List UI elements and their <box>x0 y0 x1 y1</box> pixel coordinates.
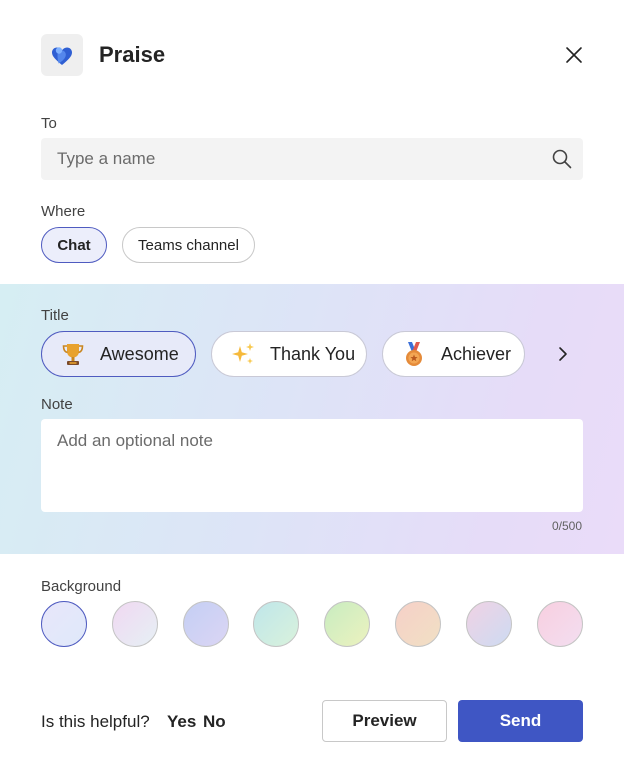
title-option-awesome[interactable]: Awesome <box>41 331 196 377</box>
background-swatch[interactable] <box>465 601 512 647</box>
sparkles-icon <box>228 339 258 369</box>
background-swatch[interactable] <box>41 601 87 647</box>
note-label: Note <box>41 396 73 413</box>
close-icon[interactable] <box>560 41 588 69</box>
title-option-label: Thank You <box>270 343 356 364</box>
note-textarea[interactable] <box>41 419 583 512</box>
note-box <box>41 419 583 512</box>
background-swatch[interactable] <box>395 601 441 647</box>
background-swatch[interactable] <box>324 601 371 647</box>
where-option-chat[interactable]: Chat <box>41 227 107 263</box>
background-swatch[interactable] <box>253 601 300 647</box>
background-swatch[interactable] <box>111 601 158 647</box>
title-label: Title <box>41 307 69 324</box>
praise-app-icon <box>41 34 83 76</box>
helpful-yes-button[interactable]: Yes <box>167 712 196 732</box>
helpful-no-button[interactable]: No <box>203 712 226 732</box>
to-field <box>41 138 583 180</box>
preview-button[interactable]: Preview <box>322 700 447 742</box>
recipient-search-input[interactable] <box>41 138 541 180</box>
background-label: Background <box>41 578 122 595</box>
title-option-thank-you[interactable]: Thank You <box>211 331 367 377</box>
where-option-teams-channel[interactable]: Teams channel <box>122 227 255 263</box>
dialog-title: Praise <box>99 42 166 67</box>
search-icon[interactable] <box>551 148 573 170</box>
title-option-label: Awesome <box>100 343 179 364</box>
to-label: To <box>41 115 57 132</box>
background-swatch[interactable] <box>536 601 583 647</box>
chevron-right-icon[interactable] <box>552 342 574 366</box>
title-option-achiever[interactable]: Achiever <box>382 331 525 377</box>
medal-icon <box>399 339 429 369</box>
send-button[interactable]: Send <box>458 700 583 742</box>
helpful-prompt: Is this helpful? <box>41 712 150 731</box>
dialog-header: Praise <box>0 0 624 110</box>
background-swatch[interactable] <box>182 601 229 647</box>
where-label: Where <box>41 203 86 220</box>
trophy-icon <box>58 339 88 369</box>
note-character-counter: 0/500 <box>551 519 582 533</box>
title-option-label: Achiever <box>441 343 512 364</box>
